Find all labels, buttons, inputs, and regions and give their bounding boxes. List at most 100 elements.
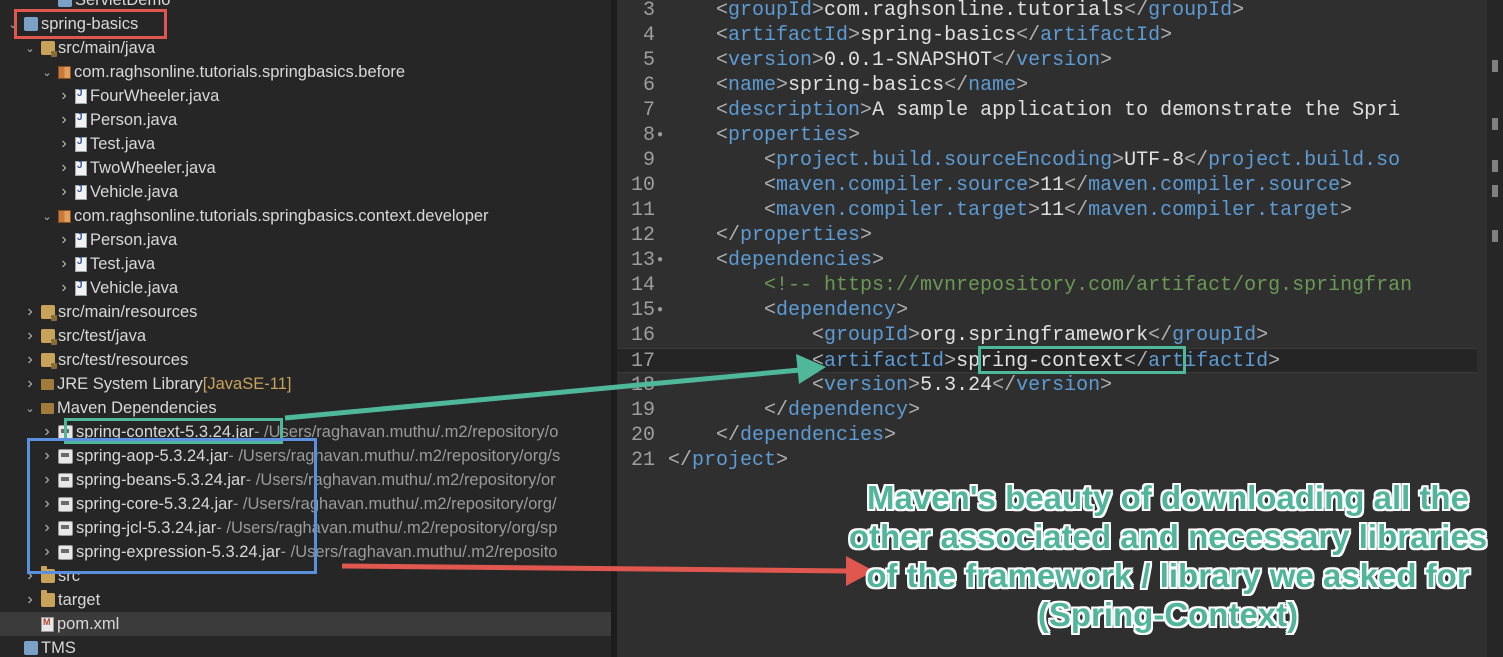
chevron-right-icon[interactable]: › (23, 351, 37, 368)
tree-item[interactable]: › Test.java (0, 252, 611, 276)
overview-ruler[interactable] (1487, 0, 1503, 657)
tree-item[interactable]: ⌄ Maven Dependencies (0, 396, 611, 420)
code-line[interactable]: 6 <name>spring-basics</name> (617, 73, 1477, 98)
ruler-marker[interactable] (1492, 60, 1498, 72)
tree-item[interactable]: pom.xml (0, 612, 611, 636)
chevron-right-icon[interactable]: › (57, 111, 71, 128)
tree-item[interactable]: › TwoWheeler.java (0, 156, 611, 180)
code-token: dependency (776, 299, 897, 322)
chevron-down-icon[interactable]: ⌄ (23, 41, 37, 55)
chevron-right-icon[interactable]: › (57, 279, 71, 296)
code-line[interactable]: 13 ● <dependencies> (617, 248, 1477, 273)
tree-item-label: Person.java (90, 110, 178, 129)
tree-item[interactable]: › src/main/resources (0, 300, 611, 324)
chevron-right-icon[interactable]: › (40, 423, 54, 440)
code-token: project (692, 449, 777, 472)
tree-item[interactable]: › Person.java (0, 108, 611, 132)
tree-item[interactable]: › target (0, 588, 611, 612)
code-token: artifactId (824, 350, 945, 373)
code-token: name (968, 74, 1017, 97)
code-token: < (668, 0, 729, 22)
tree-item[interactable]: › FourWheeler.java (0, 84, 611, 108)
ruler-marker[interactable] (1492, 160, 1498, 172)
chevron-right-icon[interactable]: › (23, 375, 37, 392)
chevron-down-icon[interactable]: ⌄ (23, 401, 37, 415)
chevron-right-icon[interactable]: › (23, 591, 37, 608)
code-text: <artifactId>spring-context</artifactId> (668, 349, 1280, 374)
fold-marker-icon[interactable]: ● (657, 298, 663, 323)
code-token: groupId (728, 0, 813, 22)
code-line[interactable]: 4 <artifactId>spring-basics</artifactId> (617, 23, 1477, 48)
code-token: > (896, 299, 909, 322)
code-line[interactable]: 12 </properties> (617, 223, 1477, 248)
code-token: </ (992, 374, 1017, 397)
ruler-marker[interactable] (1492, 118, 1498, 130)
java-file-icon (75, 88, 87, 104)
chevron-right-icon[interactable]: › (23, 327, 37, 344)
code-token: </ (668, 224, 741, 247)
tree-item[interactable]: › src/test/resources (0, 348, 611, 372)
tree-item-label: com.raghsonline.tutorials.springbasics.b… (74, 62, 406, 81)
code-line[interactable]: 11 <maven.compiler.target>11</maven.comp… (617, 198, 1477, 223)
code-token: > (1268, 350, 1281, 373)
code-token: properties (728, 124, 849, 147)
tree-item[interactable]: ⌄ src/main/java (0, 36, 611, 60)
code-token: </ (992, 49, 1017, 72)
code-line[interactable]: 3 <groupId>com.raghsonline.tutorials</gr… (617, 0, 1477, 23)
project-icon (24, 641, 38, 655)
code-line[interactable]: 21 </project> (617, 448, 1477, 473)
project-highlight-box (14, 9, 167, 39)
chevron-right-icon[interactable]: › (23, 303, 37, 320)
tree-item[interactable]: TMS (0, 636, 611, 657)
code-line[interactable]: 19 </dependency> (617, 398, 1477, 423)
code-text: <dependency> (668, 298, 908, 323)
chevron-right-icon[interactable]: › (57, 135, 71, 152)
tree-item[interactable]: › Vehicle.java (0, 180, 611, 204)
tree-item[interactable]: › Person.java (0, 228, 611, 252)
package-icon (58, 209, 71, 223)
java-file-icon (75, 112, 87, 128)
project-icon (58, 0, 72, 7)
chevron-right-icon[interactable]: › (57, 255, 71, 272)
code-token: > (848, 24, 861, 47)
code-line[interactable]: 20 </dependencies> (617, 423, 1477, 448)
code-text: <!-- https://mvnrepository.com/artifact/… (668, 273, 1412, 298)
tree-item[interactable]: › Vehicle.java (0, 276, 611, 300)
tree-item-detail: - /Users/raghavan.muthu/.m2/reposito (280, 542, 558, 561)
chevron-down-icon[interactable]: ⌄ (40, 209, 54, 223)
tree-item[interactable]: › src/test/java (0, 324, 611, 348)
chevron-right-icon[interactable]: › (57, 231, 71, 248)
code-text: <dependencies> (668, 248, 884, 273)
code-line[interactable]: 8 ● <properties> (617, 123, 1477, 148)
code-token: > (1340, 199, 1353, 222)
code-line[interactable]: 9 <project.build.sourceEncoding>UTF-8</p… (617, 148, 1477, 173)
tree-item[interactable]: › JRE System Library [JavaSE-11] (0, 372, 611, 396)
code-token: description (728, 99, 861, 122)
java-file-icon (75, 232, 87, 248)
library-icon (41, 402, 54, 414)
tree-item[interactable]: ⌄ com.raghsonline.tutorials.springbasics.… (0, 60, 611, 84)
ruler-marker[interactable] (1492, 185, 1498, 197)
tree-item[interactable]: › Test.java (0, 132, 611, 156)
chevron-down-icon[interactable]: ⌄ (40, 65, 54, 79)
code-line[interactable]: 16 <groupId>org.springframework</groupId… (617, 323, 1477, 348)
ruler-marker[interactable] (1492, 230, 1498, 242)
fold-marker-icon[interactable]: ● (657, 123, 663, 148)
chevron-right-icon[interactable]: › (57, 87, 71, 104)
code-line[interactable]: 18 <version>5.3.24</version> (617, 373, 1477, 398)
line-number: 4 (642, 24, 655, 47)
chevron-right-icon[interactable]: › (57, 183, 71, 200)
code-line[interactable]: 5 <version>0.0.1-SNAPSHOT</version> (617, 48, 1477, 73)
code-line[interactable]: 14 <!-- https://mvnrepository.com/artifa… (617, 273, 1477, 298)
fold-marker-icon[interactable]: ● (657, 248, 663, 273)
code-token: version (1016, 374, 1101, 397)
tree-item[interactable]: ⌄ com.raghsonline.tutorials.springbasics.… (0, 204, 611, 228)
chevron-right-icon[interactable]: › (57, 159, 71, 176)
code-line[interactable]: 10 <maven.compiler.source>11</maven.comp… (617, 173, 1477, 198)
code-token: > (860, 99, 873, 122)
tree-item-label: Vehicle.java (90, 182, 179, 201)
code-line[interactable]: 15 ● <dependency> (617, 298, 1477, 323)
code-line[interactable]: 7 <description>A sample application to d… (617, 98, 1477, 123)
code-token: < (668, 249, 729, 272)
code-token: name (728, 74, 777, 97)
